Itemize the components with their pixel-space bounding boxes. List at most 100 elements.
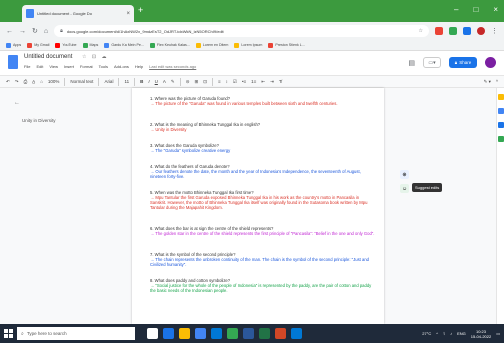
bookmark-item[interactable]: YouTube <box>55 42 77 48</box>
title-action-icons[interactable]: ☆ ⊡ ☁ <box>82 54 108 60</box>
calendar-icon[interactable] <box>498 122 504 128</box>
bulleted-list-button[interactable]: •≡ <box>242 79 246 84</box>
star-icon[interactable]: ☆ <box>419 28 423 34</box>
menu-format[interactable]: Format <box>80 64 93 69</box>
spellcheck-button[interactable]: A̲ <box>32 79 35 84</box>
window-controls: – □ × <box>454 5 498 14</box>
photos-icon[interactable] <box>291 328 302 339</box>
keep-icon[interactable] <box>498 94 504 100</box>
tray-arrow-icon[interactable]: ^ <box>436 331 438 336</box>
network-icon[interactable]: ⌇ <box>443 331 445 336</box>
new-tab-button[interactable]: + <box>138 6 143 15</box>
align-button[interactable]: ≡ <box>218 79 221 84</box>
redo-button[interactable]: ↷ <box>15 79 19 85</box>
maximize-button[interactable]: □ <box>473 5 478 14</box>
bookmark-item[interactable]: Apps <box>6 42 21 48</box>
windows-start-icon[interactable] <box>4 329 13 338</box>
bold-button[interactable]: B <box>140 79 143 84</box>
print-button[interactable]: ⎙ <box>24 79 28 84</box>
insert-image-button[interactable]: ⊡ <box>203 79 207 85</box>
extension-icon[interactable] <box>449 27 457 35</box>
numbered-list-button[interactable]: 1≡ <box>251 79 256 84</box>
italic-button[interactable]: I <box>148 79 149 84</box>
highlight-button[interactable]: ✎ <box>171 79 175 85</box>
chrome-icon[interactable] <box>227 328 238 339</box>
menu-edit[interactable]: Edit <box>36 64 43 69</box>
forward-arrow-icon[interactable]: → <box>19 28 26 35</box>
account-avatar[interactable] <box>485 57 496 68</box>
comment-history-icon[interactable]: ▤ <box>408 59 415 67</box>
font-size-select[interactable]: 11 <box>124 79 129 84</box>
home-icon[interactable]: ⌂ <box>44 28 48 35</box>
style-select[interactable]: Normal text <box>70 79 93 84</box>
last-edit-link[interactable]: Last edit was seconds ago <box>149 64 196 69</box>
suggest-edits-side-icon[interactable]: ☺ <box>400 184 409 193</box>
undo-button[interactable]: ↶ <box>6 79 10 85</box>
font-select[interactable]: Arial <box>104 79 113 84</box>
add-comment-side-icon[interactable]: ⊕ <box>400 170 409 179</box>
bookmark-item[interactable]: Maps <box>82 42 98 48</box>
mail-icon[interactable] <box>211 328 222 339</box>
explorer-icon[interactable] <box>179 328 190 339</box>
clock[interactable]: 10:23 15-04-2022 <box>471 329 491 339</box>
clear-formatting-button[interactable]: T̸ <box>279 79 282 84</box>
checklist-button[interactable]: ☑ <box>233 79 237 85</box>
language-indicator[interactable]: ENG <box>457 331 466 336</box>
share-button[interactable]: 🔒︎ Share <box>449 57 477 68</box>
extension-icon[interactable] <box>463 27 471 35</box>
url-field[interactable]: 🔒︎ docs.google.com/document/d/1hAxNW2x_9… <box>54 25 429 37</box>
edge-icon[interactable] <box>163 328 174 339</box>
tab-close-icon[interactable]: × <box>126 11 130 17</box>
outline-back-arrow-icon[interactable]: ← <box>14 100 20 106</box>
browser-tab[interactable]: Untitled document - Google Do × <box>22 5 134 22</box>
excel-icon[interactable] <box>259 328 270 339</box>
insert-link-button[interactable]: ⊝ <box>186 79 190 85</box>
decrease-indent-button[interactable]: ⇤ <box>261 79 265 85</box>
qa-item: 3. What does the Garuda symbolize? → The … <box>150 143 375 153</box>
document-page[interactable]: 1. Where was the picture of Garuda found… <box>132 88 384 324</box>
taskbar-search-field[interactable]: ⌕ Type here to search <box>17 327 135 340</box>
menu-addons[interactable]: Add-ons <box>114 64 129 69</box>
text-color-button[interactable]: A <box>163 79 166 84</box>
outline-heading-item[interactable]: Unity in Diversity <box>22 118 56 123</box>
bookmark-item[interactable]: Preston Stienk L... <box>268 42 305 48</box>
notification-icon[interactable]: ▭ <box>496 331 500 336</box>
bookmark-item[interactable]: Lorem en Ditem <box>195 42 228 48</box>
menu-view[interactable]: View <box>49 64 58 69</box>
store-icon[interactable] <box>195 328 206 339</box>
powerpoint-icon[interactable] <box>275 328 286 339</box>
lock-icon: 🔒︎ <box>60 28 63 34</box>
profile-avatar[interactable] <box>477 27 485 35</box>
tasks-icon[interactable] <box>498 108 504 114</box>
weather-text[interactable]: 27°C <box>422 331 431 336</box>
word-icon[interactable] <box>243 328 254 339</box>
collapse-menu-button[interactable]: ^ <box>496 79 498 84</box>
extension-icon[interactable] <box>435 27 443 35</box>
bookmark-item[interactable]: Lorem Ipsum <box>234 42 262 48</box>
menu-dots-icon[interactable]: ⋮ <box>491 27 498 35</box>
bookmark-item[interactable]: My Gmail <box>27 42 49 48</box>
increase-indent-button[interactable]: ⇥ <box>270 79 274 85</box>
menu-file[interactable]: File <box>24 64 30 69</box>
close-window-button[interactable]: × <box>493 5 498 14</box>
line-spacing-button[interactable]: ↕ <box>226 79 228 84</box>
underline-button[interactable]: U <box>155 79 158 84</box>
add-comment-button[interactable]: ⊞ <box>194 79 198 85</box>
editing-mode-select[interactable]: ✎ ▾ <box>484 79 491 85</box>
task-view-icon[interactable] <box>147 328 158 339</box>
meet-button[interactable]: ▭▾ <box>423 57 441 68</box>
bookmark-item[interactable]: Gardu Ka Mein Pe... <box>104 42 144 48</box>
reload-icon[interactable]: ↻ <box>32 27 38 35</box>
minimize-button[interactable]: – <box>454 5 458 14</box>
document-title[interactable]: Untitled document <box>24 54 72 60</box>
menu-insert[interactable]: Insert <box>64 64 74 69</box>
menu-tools[interactable]: Tools <box>99 64 108 69</box>
back-arrow-icon[interactable]: ← <box>6 28 13 35</box>
bookmark-item[interactable]: Flex Keuhak Kalas... <box>149 42 190 48</box>
docs-logo-icon[interactable] <box>8 55 18 69</box>
paint-format-button[interactable]: ⌂ <box>40 79 43 84</box>
menu-help[interactable]: Help <box>135 64 143 69</box>
maps-icon[interactable] <box>498 136 504 142</box>
zoom-select[interactable]: 100% <box>48 79 60 84</box>
volume-icon[interactable]: ♪ <box>450 331 452 336</box>
